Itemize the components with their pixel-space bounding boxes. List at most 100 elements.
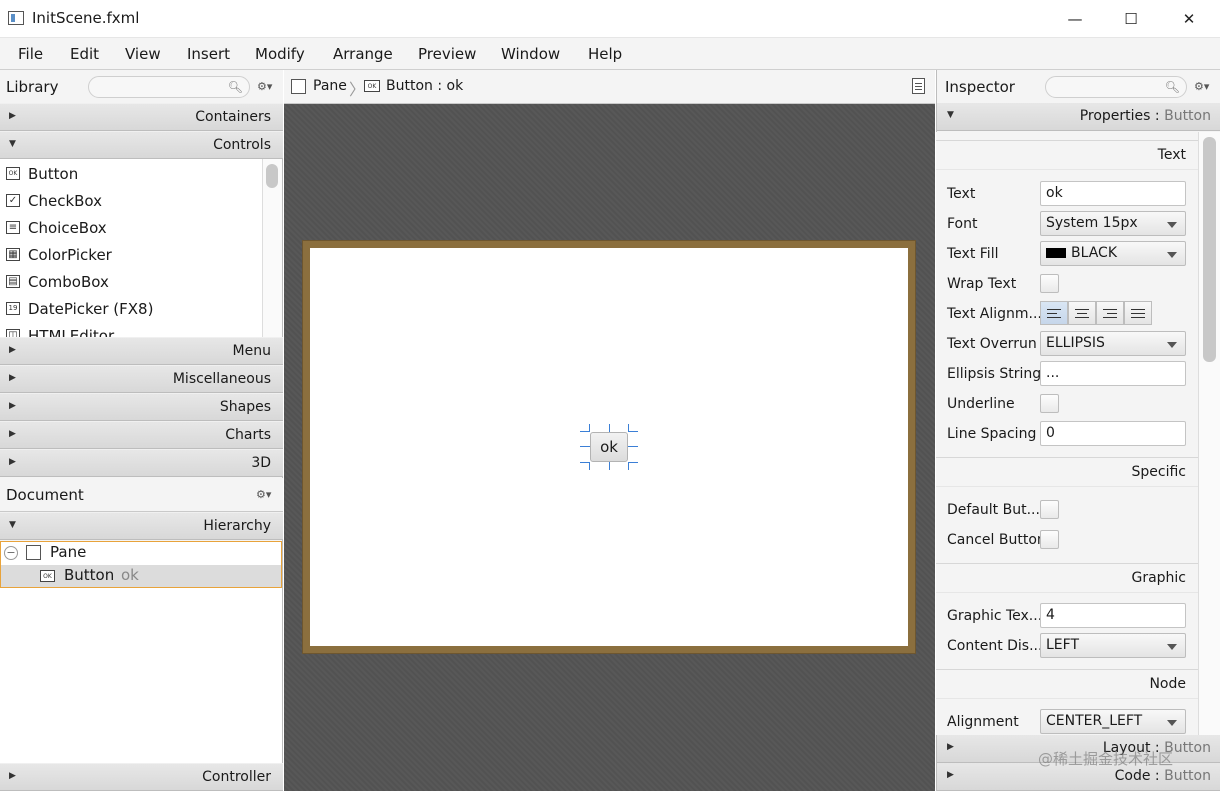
color-swatch	[1046, 248, 1066, 258]
section-menu[interactable]: ▶Menu	[0, 337, 283, 365]
group-label: Node	[1149, 676, 1186, 692]
section-controller[interactable]: ▶Controller	[0, 763, 283, 791]
library-item-htmleditor[interactable]: ◫HTMLEditor	[6, 322, 256, 337]
align-center-button[interactable]	[1068, 301, 1096, 325]
document-title: Document	[6, 486, 84, 504]
graphic-text-gap-field[interactable]: 4	[1040, 603, 1186, 628]
prop-label: Default But...	[947, 502, 1040, 518]
align-justify-button[interactable]	[1124, 301, 1152, 325]
tree-label: Pane	[50, 543, 86, 561]
group-graphic: Graphic	[936, 563, 1198, 593]
library-scrollbar[interactable]	[262, 159, 282, 337]
menu-arrange[interactable]: Arrange	[333, 45, 393, 63]
tree-label: Button	[64, 566, 114, 584]
library-item-colorpicker[interactable]: ▦ColorPicker	[6, 241, 256, 268]
menu-help[interactable]: Help	[588, 45, 622, 63]
wrap-text-checkbox[interactable]	[1040, 274, 1059, 293]
prop-label: Graphic Tex...	[947, 608, 1042, 624]
breadcrumb-label: Button : ok	[386, 78, 463, 94]
menu-preview[interactable]: Preview	[418, 45, 476, 63]
line-spacing-field[interactable]: 0	[1040, 421, 1186, 446]
text-overrun-select[interactable]: ELLIPSIS	[1040, 331, 1186, 356]
section-label: Controls	[213, 137, 271, 153]
breadcrumb-pane[interactable]: Pane	[291, 78, 347, 94]
gear-icon[interactable]: ⚙▾	[257, 80, 272, 93]
section-3d[interactable]: ▶3D	[0, 449, 283, 477]
close-button[interactable]: ✕	[1160, 0, 1218, 38]
code-label: Code	[1115, 768, 1151, 784]
code-header: Code : Button	[1115, 768, 1211, 784]
expand-arrow-icon: ▶	[9, 457, 16, 467]
library-item-datepicker[interactable]: 19DatePicker (FX8)	[6, 295, 256, 322]
htmleditor-icon: ◫	[6, 329, 20, 337]
section-shapes[interactable]: ▶Shapes	[0, 393, 283, 421]
text-fill-select[interactable]: BLACK	[1040, 241, 1186, 266]
menu-insert[interactable]: Insert	[187, 45, 230, 63]
library-item-combobox[interactable]: ▤ComboBox	[6, 268, 256, 295]
code-sub: Button	[1164, 768, 1211, 784]
prop-label: Underline	[947, 396, 1015, 412]
maximize-button[interactable]: ☐	[1102, 0, 1160, 38]
underline-checkbox[interactable]	[1040, 394, 1059, 413]
minimize-button[interactable]: —	[1046, 0, 1104, 38]
scrollbar-thumb[interactable]	[266, 164, 278, 188]
prop-label: Alignment	[947, 714, 1019, 730]
library-item-checkbox[interactable]: ✓CheckBox	[6, 187, 256, 214]
align-left-button[interactable]	[1040, 301, 1068, 325]
combobox-icon: ▤	[6, 275, 20, 288]
inspector-scrollbar[interactable]	[1198, 132, 1220, 735]
breadcrumb-button[interactable]: OK Button : ok	[364, 78, 463, 94]
section-label: Controller	[202, 769, 271, 785]
cancel-button-checkbox[interactable]	[1040, 530, 1059, 549]
inspector-search-input[interactable]: 🔍︎	[1045, 76, 1187, 98]
section-label: Containers	[195, 109, 271, 125]
content-display-select[interactable]: LEFT	[1040, 633, 1186, 658]
group-node: Node	[936, 669, 1198, 699]
gear-icon[interactable]: ⚙▾	[1194, 80, 1209, 93]
menu-file[interactable]: File	[18, 45, 43, 63]
align-right-button[interactable]	[1096, 301, 1124, 325]
tree-item-button[interactable]: OK Button ok	[1, 565, 281, 587]
document-icon[interactable]	[912, 78, 925, 94]
menu-modify[interactable]: Modify	[255, 45, 305, 63]
menu-edit[interactable]: Edit	[70, 45, 99, 63]
collapse-toggle-icon[interactable]: −	[4, 546, 18, 560]
collapse-arrow-icon: ▼	[947, 110, 954, 120]
inspector-header: Inspector 🔍︎ ⚙▾	[937, 70, 1220, 104]
window-title: InitScene.fxml	[32, 9, 139, 27]
section-hierarchy[interactable]: ▼Hierarchy	[0, 512, 283, 540]
hierarchy-tree: − Pane OK Button ok	[0, 541, 282, 788]
title-bar: InitScene.fxml — ☐ ✕	[0, 0, 1220, 38]
item-label: ChoiceBox	[28, 219, 107, 237]
tree-detail: ok	[121, 566, 139, 584]
canvas-ok-button[interactable]: ok	[590, 432, 628, 462]
properties-sub: Button	[1164, 108, 1211, 124]
menu-window[interactable]: Window	[501, 45, 560, 63]
section-properties[interactable]: ▼ Properties : Button	[937, 103, 1220, 131]
section-containers[interactable]: ▶ Containers	[0, 103, 283, 131]
group-text: Text	[936, 140, 1198, 170]
alignment-select[interactable]: CENTER_LEFT	[1040, 709, 1186, 734]
tree-item-pane[interactable]: − Pane	[0, 542, 281, 565]
chevron-right-icon: 〉	[349, 76, 365, 100]
menu-view[interactable]: View	[125, 45, 161, 63]
gear-icon[interactable]: ⚙▾	[256, 488, 271, 501]
default-button-checkbox[interactable]	[1040, 500, 1059, 519]
prop-label: Content Dis...	[947, 638, 1042, 654]
group-label: Graphic	[1131, 570, 1186, 586]
library-title: Library	[6, 78, 58, 96]
group-label: Text	[1158, 147, 1186, 163]
library-item-choicebox[interactable]: ≡ChoiceBox	[6, 214, 256, 241]
ellipsis-string-field[interactable]: ...	[1040, 361, 1186, 386]
section-controls[interactable]: ▼ Controls	[0, 131, 283, 159]
section-charts[interactable]: ▶Charts	[0, 421, 283, 449]
controls-list: OKButton ✓CheckBox ≡ChoiceBox ▦ColorPick…	[0, 159, 262, 337]
text-field[interactable]: ok	[1040, 181, 1186, 206]
prop-label: Wrap Text	[947, 276, 1016, 292]
library-item-button[interactable]: OKButton	[6, 160, 256, 187]
section-miscellaneous[interactable]: ▶Miscellaneous	[0, 365, 283, 393]
scrollbar-thumb[interactable]	[1203, 137, 1216, 362]
library-search-input[interactable]: 🔍︎	[88, 76, 250, 98]
font-select[interactable]: System 15px	[1040, 211, 1186, 236]
properties-header: Properties : Button	[1080, 108, 1211, 124]
